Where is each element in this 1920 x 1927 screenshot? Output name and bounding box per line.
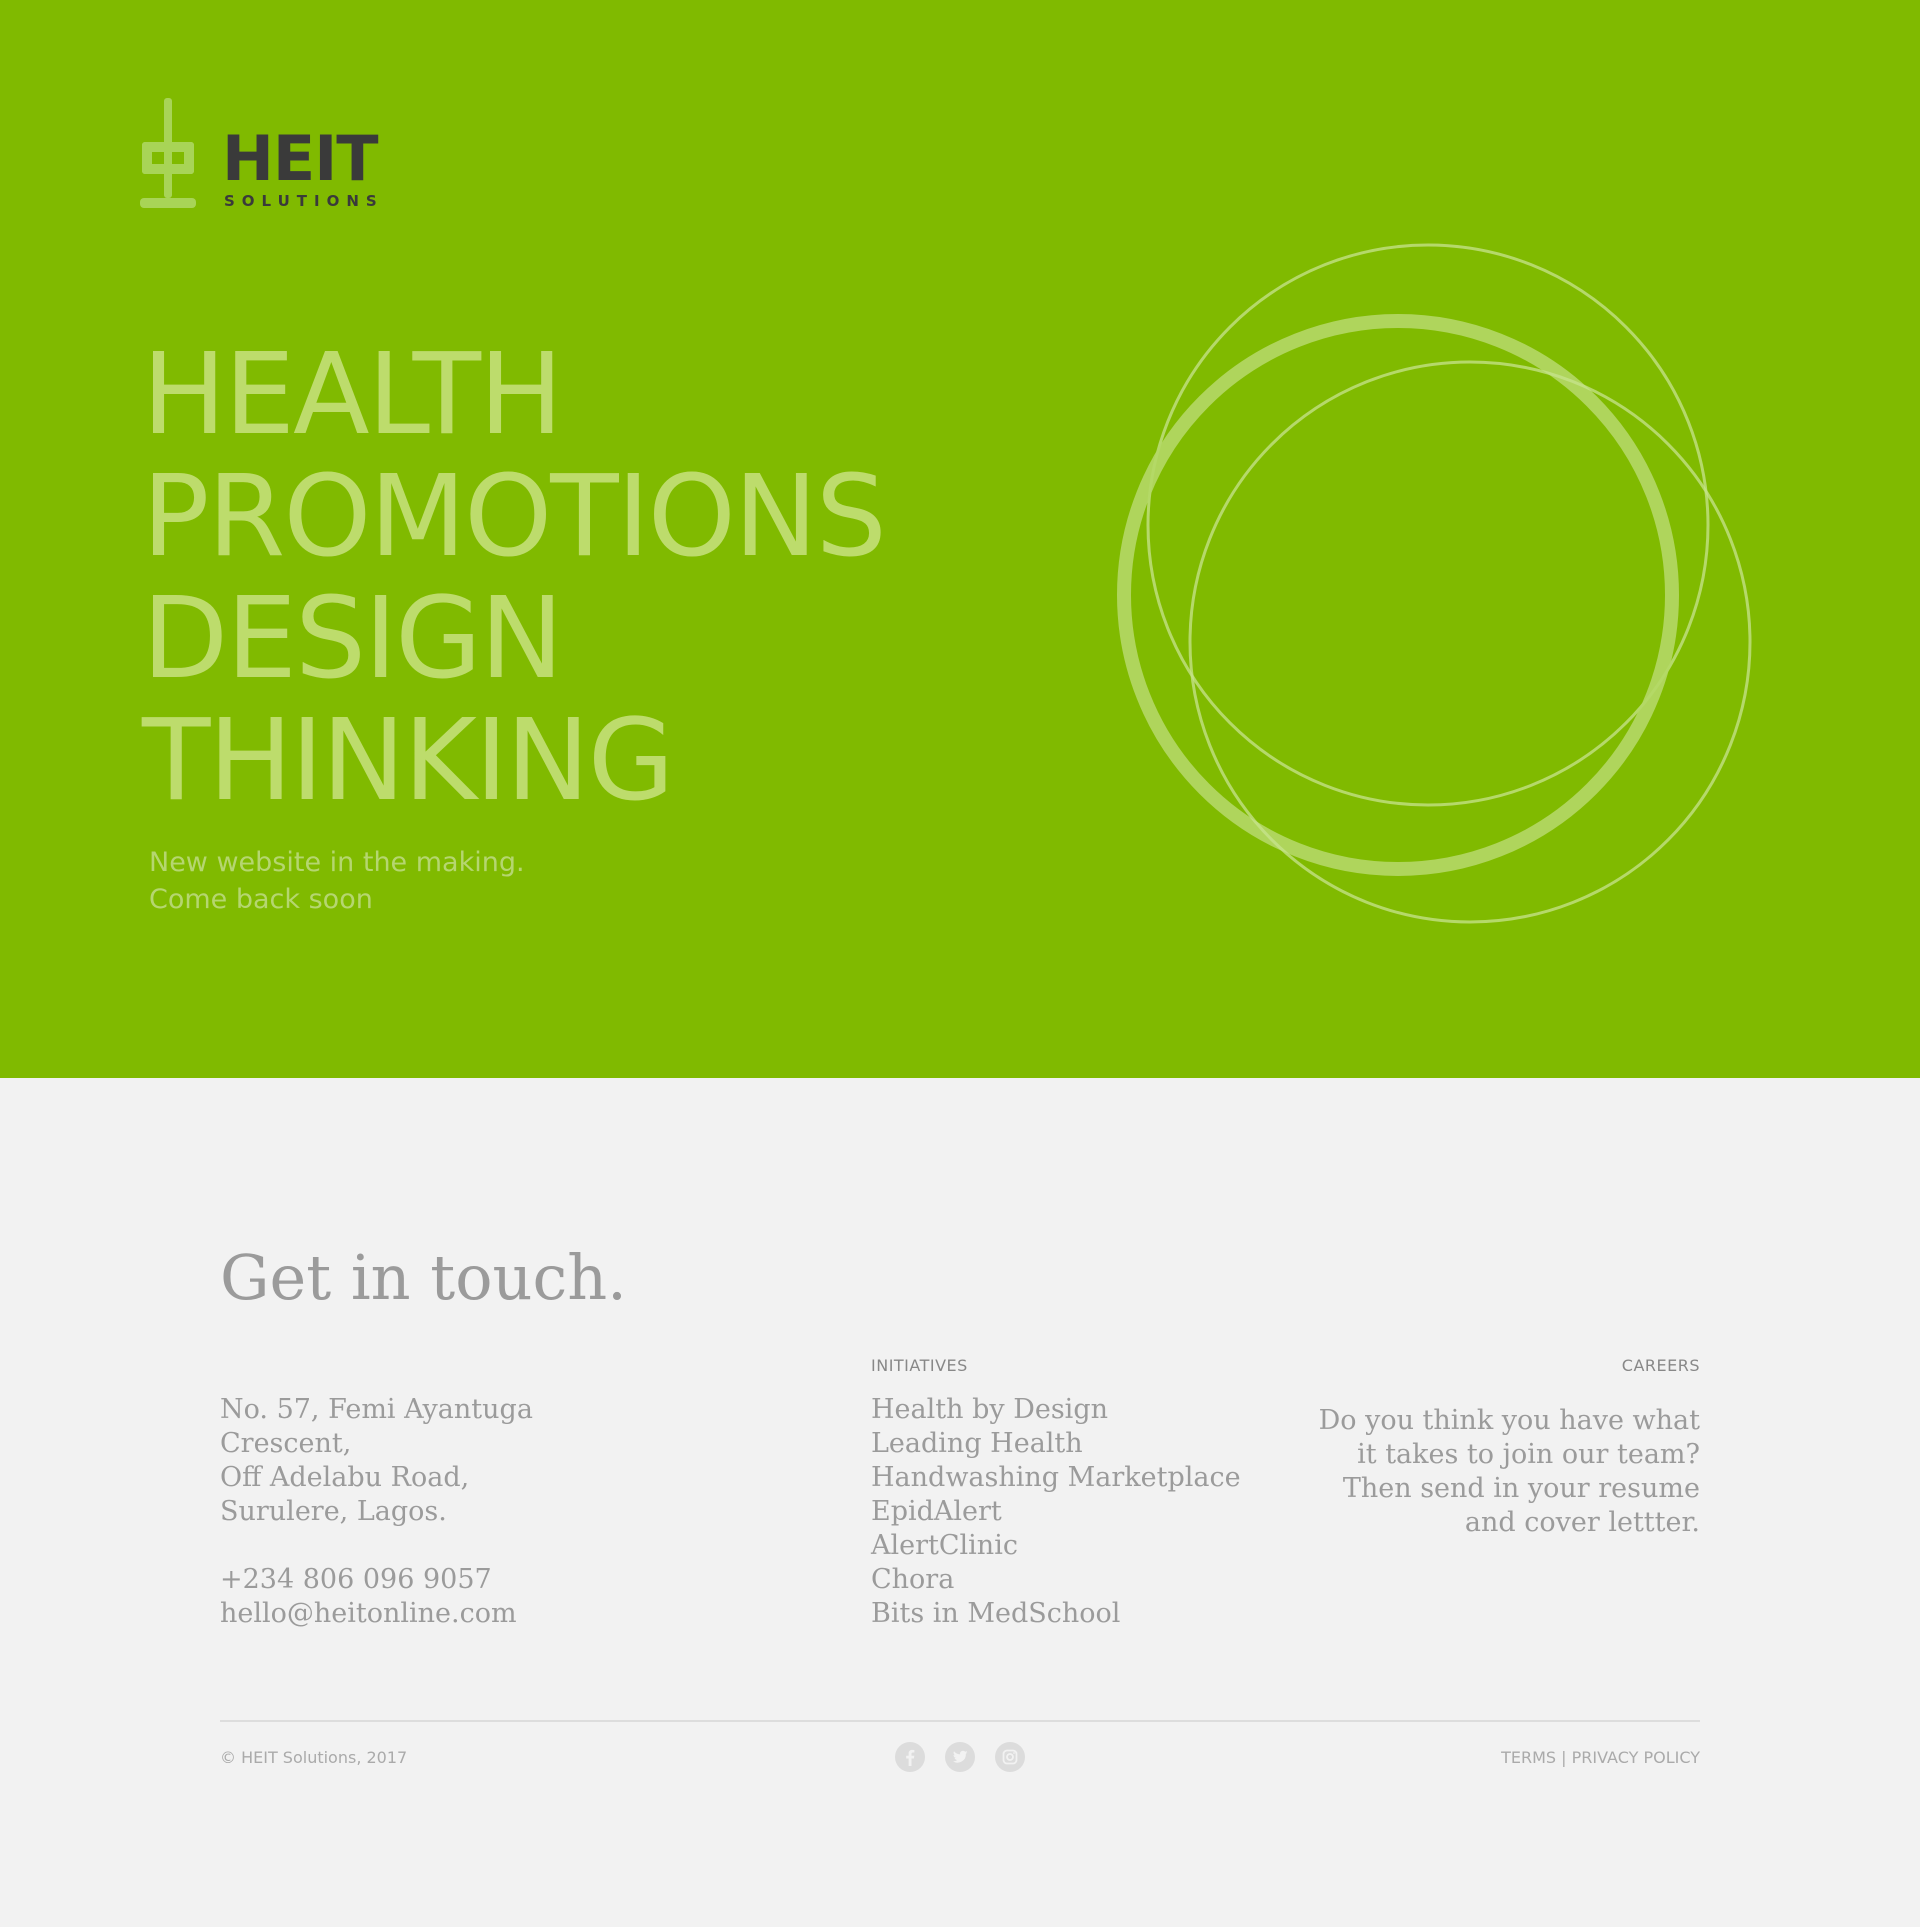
initiative-link[interactable]: Handwashing Marketplace	[871, 1461, 1241, 1495]
legal-links: TERMS | PRIVACY POLICY	[1501, 1748, 1700, 1768]
terms-link[interactable]: TERMS	[1501, 1748, 1556, 1767]
careers-heading: CAREERS	[1621, 1356, 1700, 1375]
twitter-icon[interactable]	[945, 1742, 975, 1772]
careers-line: and cover lettter.	[1464, 1507, 1700, 1538]
tagline-line: Come back soon	[149, 884, 373, 915]
logo-wordmark: HEIT	[222, 122, 379, 195]
careers-line: it takes to join our team?	[1357, 1439, 1700, 1470]
twitter-glyph	[952, 1750, 968, 1763]
copyright-text: © HEIT Solutions, 2017	[220, 1748, 408, 1767]
privacy-policy-link[interactable]: PRIVACY POLICY	[1572, 1748, 1700, 1767]
decorative-rings	[1117, 243, 1752, 924]
initiatives-heading: INITIATIVES	[871, 1356, 968, 1375]
careers-text: Do you think you have what it takes to j…	[1319, 1404, 1700, 1540]
careers-line: Then send in your resume	[1342, 1473, 1700, 1504]
headline-line: HEALTH	[142, 330, 563, 460]
initiative-link[interactable]: Leading Health	[871, 1427, 1241, 1461]
social-links	[895, 1742, 1025, 1772]
careers-line: Do you think you have what	[1318, 1405, 1700, 1436]
headline-line: THINKING	[142, 696, 674, 826]
initiatives-list: Health by Design Leading Health Handwash…	[871, 1393, 1241, 1631]
contact-email[interactable]: hello@heitonline.com	[220, 1597, 533, 1631]
contact-address: No. 57, Femi Ayantuga Crescent, Off Adel…	[220, 1393, 533, 1631]
headline-line: DESIGN	[142, 574, 564, 704]
address-line: No. 57, Femi Ayantuga	[220, 1394, 533, 1425]
address-line: Crescent,	[220, 1428, 352, 1459]
ring-thick	[1117, 314, 1679, 876]
hero-section: HEIT SOLUTIONS HEALTH PROMOTIONS DESIGN …	[0, 0, 1920, 1078]
logo-subtitle: SOLUTIONS	[224, 192, 384, 210]
contact-phone[interactable]: +234 806 096 9057	[220, 1563, 533, 1597]
initiative-link[interactable]: Bits in MedSchool	[871, 1597, 1241, 1631]
logo-mark-icon	[140, 98, 196, 208]
facebook-icon[interactable]	[895, 1742, 925, 1772]
hero-headline: HEALTH PROMOTIONS DESIGN THINKING	[142, 330, 887, 826]
address-line: Off Adelabu Road,	[220, 1462, 470, 1493]
contact-title: Get in touch.	[220, 1241, 627, 1314]
legal-separator: |	[1556, 1748, 1572, 1767]
initiative-link[interactable]: Chora	[871, 1563, 1241, 1597]
instagram-glyph	[1002, 1749, 1018, 1765]
instagram-icon[interactable]	[995, 1742, 1025, 1772]
initiative-link[interactable]: Health by Design	[871, 1393, 1241, 1427]
footer-divider	[220, 1720, 1700, 1722]
hero-tagline: New website in the making. Come back soo…	[149, 844, 525, 918]
heit-logo[interactable]: HEIT SOLUTIONS	[140, 98, 400, 210]
initiative-link[interactable]: EpidAlert	[871, 1495, 1241, 1529]
headline-line: PROMOTIONS	[142, 452, 887, 582]
facebook-glyph	[906, 1749, 915, 1766]
initiative-link[interactable]: AlertClinic	[871, 1529, 1241, 1563]
address-line: Surulere, Lagos.	[220, 1496, 447, 1527]
tagline-line: New website in the making.	[149, 847, 525, 878]
